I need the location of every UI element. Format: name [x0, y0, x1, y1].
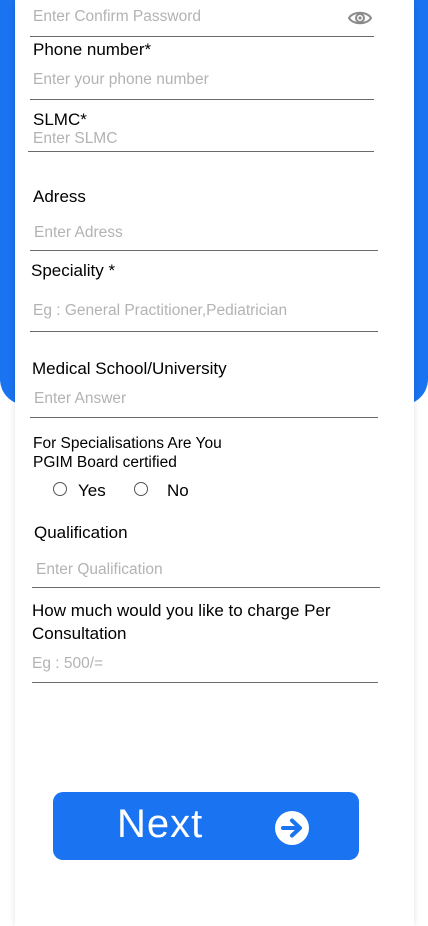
radio-yes-label[interactable]: Yes: [78, 481, 106, 501]
phone-input[interactable]: Enter your phone number: [33, 71, 209, 89]
charge-label-line2: Consultation: [32, 624, 127, 643]
address-underline: [30, 250, 378, 251]
next-button[interactable]: Next: [53, 792, 359, 860]
slmc-underline: [28, 151, 374, 152]
speciality-label: Speciality *: [31, 261, 116, 280]
next-button-label: Next: [117, 802, 204, 846]
medical-school-label: Medical School/University: [32, 359, 227, 378]
qualification-underline: [32, 587, 380, 588]
charge-input[interactable]: Eg : 500/=: [32, 655, 103, 673]
phone-label: Phone number*: [33, 40, 152, 59]
radio-no-label[interactable]: No: [167, 481, 189, 501]
confirm-password-underline: [30, 36, 374, 37]
speciality-underline: [30, 331, 378, 332]
slmc-input[interactable]: Enter SLMC: [33, 130, 117, 148]
charge-label-line1: How much would you like to charge Per: [32, 601, 331, 620]
slmc-label: SLMC*: [33, 110, 87, 129]
radio-no[interactable]: [134, 482, 148, 496]
medical-school-input[interactable]: Enter Answer: [34, 390, 126, 408]
phone-underline: [30, 99, 374, 100]
confirm-password-input[interactable]: Enter Confirm Password: [33, 8, 201, 26]
qualification-input[interactable]: Enter Qualification: [36, 561, 163, 579]
pgim-question-line1: For Specialisations Are You: [33, 435, 222, 452]
radio-yes[interactable]: [53, 482, 67, 496]
address-label: Adress: [33, 187, 86, 206]
speciality-input[interactable]: Eg : General Practitioner,Pediatrician: [33, 302, 287, 320]
pgim-question-line2: PGIM Board certified: [33, 454, 177, 471]
qualification-label: Qualification: [34, 523, 128, 542]
address-input[interactable]: Enter Adress: [34, 224, 123, 242]
medical-school-underline: [30, 417, 378, 418]
charge-underline: [32, 682, 378, 683]
arrow-right-circle-icon: [275, 811, 309, 845]
eye-icon[interactable]: [347, 8, 373, 28]
